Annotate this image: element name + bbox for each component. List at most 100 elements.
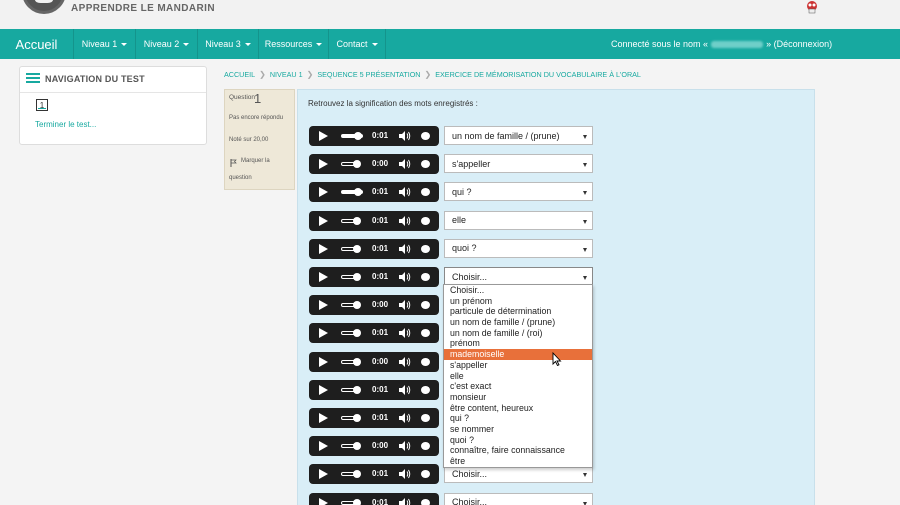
answer-select[interactable]: un nom de famille / (prune) [444, 126, 593, 145]
site-name[interactable]: APPRENDRE LE MANDARIN [71, 3, 215, 14]
progress-knob[interactable] [353, 160, 361, 169]
audio-time: 0:01 [372, 328, 389, 338]
volume-slider-icon[interactable] [421, 244, 430, 253]
site-logo[interactable] [22, 0, 66, 14]
volume-icon[interactable] [398, 384, 412, 396]
play-icon[interactable] [319, 272, 328, 282]
breadcrumb-niveau[interactable]: NIVEAU 1 [270, 70, 303, 79]
play-icon[interactable] [319, 356, 328, 367]
answer-select[interactable]: Choisir... [444, 492, 593, 505]
nav-niveau-2[interactable]: Niveau 2 [136, 29, 198, 59]
dropdown-option[interactable]: se nommer [444, 424, 592, 435]
volume-slider-icon[interactable] [421, 329, 430, 338]
volume-icon[interactable] [398, 468, 412, 480]
progress-knob[interactable] [353, 442, 361, 451]
volume-icon[interactable] [398, 186, 412, 198]
dropdown-option[interactable]: mademoiselle [444, 349, 592, 360]
play-icon[interactable] [319, 300, 328, 311]
flag-icon[interactable] [230, 159, 237, 167]
audio-player: 0:01 [309, 267, 439, 287]
volume-icon[interactable] [398, 271, 412, 283]
progress-knob[interactable] [354, 132, 362, 140]
progress-knob[interactable] [353, 470, 361, 479]
dropdown-option[interactable]: quoi ? [444, 435, 592, 446]
finish-test-link[interactable]: Terminer le test... [35, 120, 96, 129]
progress-knob[interactable] [353, 414, 361, 422]
progress-knob[interactable] [353, 329, 361, 338]
progress-knob[interactable] [353, 357, 361, 366]
volume-slider-icon[interactable] [421, 385, 430, 394]
play-icon[interactable] [319, 413, 328, 423]
play-icon[interactable] [319, 243, 328, 254]
dropdown-option[interactable]: un nom de famille / (prune) [444, 317, 592, 328]
logout-link[interactable]: » (Déconnexion) [766, 39, 832, 49]
dropdown-option[interactable]: prénom [444, 338, 592, 349]
volume-slider-icon[interactable] [421, 470, 430, 479]
dropdown-option[interactable]: être [444, 456, 592, 467]
dropdown-option[interactable]: connaître, faire connaissance [444, 445, 592, 456]
volume-slider-icon[interactable] [421, 273, 430, 281]
play-icon[interactable] [319, 441, 328, 452]
volume-icon[interactable] [398, 243, 412, 255]
question-1-button[interactable]: 1 [36, 99, 48, 111]
volume-icon[interactable] [398, 158, 412, 170]
volume-icon[interactable] [398, 412, 412, 424]
breadcrumb-accueil[interactable]: ACCUEIL [224, 70, 255, 79]
play-icon[interactable] [319, 384, 328, 395]
nav-niveau-1[interactable]: Niveau 1 [74, 29, 136, 59]
play-icon[interactable] [319, 131, 328, 141]
progress-knob[interactable] [353, 216, 361, 225]
nav-contact[interactable]: Contact [329, 29, 386, 59]
progress-knob[interactable] [353, 385, 361, 394]
breadcrumb-sequence[interactable]: SEQUENCE 5 PRÉSENTATION [317, 70, 420, 79]
volume-slider-icon[interactable] [421, 301, 430, 310]
volume-icon[interactable] [398, 440, 412, 452]
volume-slider-icon[interactable] [421, 160, 430, 169]
volume-slider-icon[interactable] [421, 188, 430, 197]
progress-knob[interactable] [353, 244, 361, 253]
dropdown-option[interactable]: être content, heureux [444, 403, 592, 414]
volume-slider-icon[interactable] [421, 414, 430, 422]
dropdown-option[interactable]: elle [444, 371, 592, 382]
nav-home-link[interactable]: Accueil [0, 29, 74, 59]
volume-slider-icon[interactable] [421, 442, 430, 451]
dropdown-option[interactable]: un prénom [444, 296, 592, 307]
volume-slider-icon[interactable] [421, 216, 430, 225]
answer-select[interactable]: elle [444, 210, 593, 230]
breadcrumb-exercise[interactable]: EXERCICE DE MÉMORISATION DU VOCABULAIRE … [435, 70, 641, 79]
play-icon[interactable] [319, 328, 328, 339]
play-icon[interactable] [319, 159, 328, 170]
progress-knob[interactable] [353, 273, 361, 281]
answer-select[interactable]: quoi ? [444, 238, 593, 258]
volume-icon[interactable] [398, 215, 412, 227]
dropdown-option[interactable]: monsieur [444, 392, 592, 403]
progress-knob[interactable] [354, 188, 362, 197]
volume-icon[interactable] [398, 327, 412, 339]
answer-select[interactable]: qui ? [444, 182, 593, 202]
volume-icon[interactable] [398, 356, 412, 368]
nav-niveau-3[interactable]: Niveau 3 [198, 29, 259, 59]
volume-icon[interactable] [398, 299, 412, 311]
play-icon[interactable] [319, 215, 328, 226]
dropdown-option[interactable]: c'est exact [444, 381, 592, 392]
play-icon[interactable] [319, 187, 328, 198]
progress-knob[interactable] [353, 498, 361, 505]
audio-time: 0:01 [372, 131, 389, 140]
play-icon[interactable] [319, 469, 328, 480]
volume-slider-icon[interactable] [421, 498, 430, 505]
volume-slider-icon[interactable] [421, 357, 430, 366]
volume-slider-icon[interactable] [421, 132, 430, 140]
dropdown-option[interactable]: un nom de famille / (roi) [444, 328, 592, 339]
flag-question-label-2[interactable]: question [229, 175, 252, 181]
dropdown-option[interactable]: qui ? [444, 413, 592, 424]
nav-ressources[interactable]: Ressources [259, 29, 329, 59]
answer-select[interactable]: s'appeller [444, 154, 593, 174]
progress-knob[interactable] [353, 301, 361, 310]
volume-icon[interactable] [398, 497, 412, 505]
volume-icon[interactable] [398, 130, 412, 142]
dropdown-option[interactable]: s'appeller [444, 360, 592, 371]
play-icon[interactable] [319, 497, 328, 505]
dropdown-option[interactable]: particule de détermination [444, 306, 592, 317]
dropdown-option[interactable]: Choisir... [444, 285, 592, 296]
flag-question-label-1[interactable]: Marquer la [241, 158, 270, 164]
